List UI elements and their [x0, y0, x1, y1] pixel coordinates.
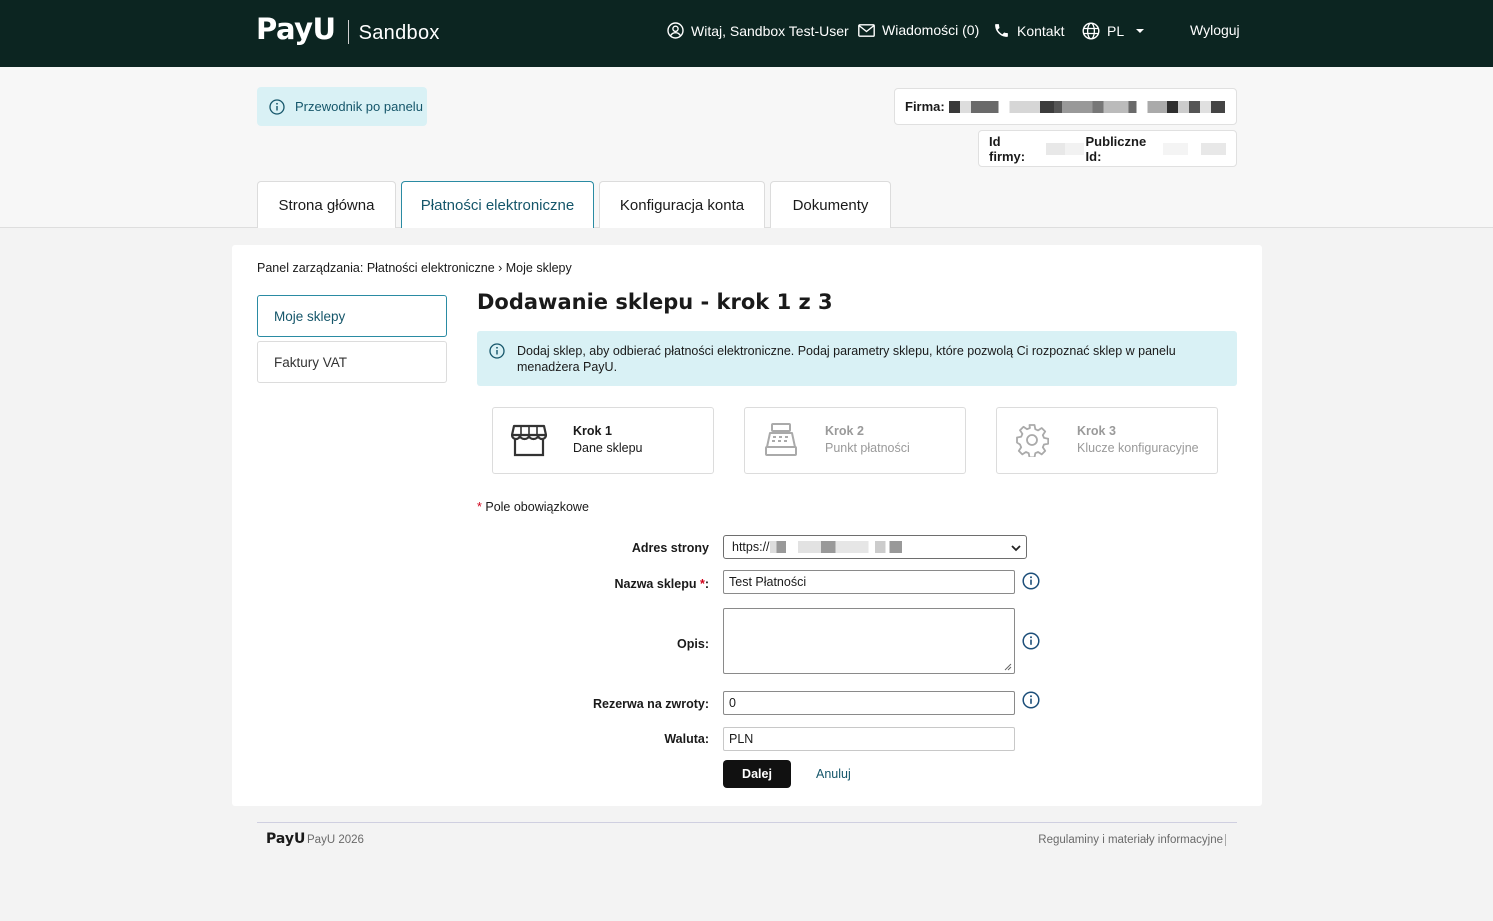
step-2-title: Krok 2 [825, 424, 864, 438]
info-icon [489, 343, 505, 359]
cancel-link[interactable]: Anuluj [816, 767, 851, 781]
logo-text: PayU [256, 12, 336, 46]
shop-name-input[interactable]: Test Płatności [723, 570, 1015, 594]
breadcrumb: Panel zarządzania: Płatności elektronicz… [257, 261, 572, 275]
step-3-card: Krok 3 Klucze konfiguracyjne [996, 407, 1218, 474]
required-asterisk: * [699, 577, 705, 591]
footer-divider [257, 822, 1237, 823]
main-tabs: Strona główna Płatności elektroniczne Ko… [257, 181, 891, 228]
logo-separator [347, 20, 349, 44]
address-label: Adres strony [631, 541, 709, 555]
storefront-icon [511, 424, 547, 457]
contact-link[interactable]: Kontakt [993, 22, 1064, 39]
breadcrumb-prefix: Panel zarządzania: [257, 261, 364, 275]
sidebar-item-vat-invoices[interactable]: Faktury VAT [257, 341, 447, 383]
logout-link[interactable]: Wyloguj [1190, 22, 1240, 38]
tab-documents[interactable]: Dokumenty [770, 181, 891, 228]
user-greeting-link[interactable]: Witaj, Sandbox Test-User [667, 22, 849, 39]
info-banner: Dodaj sklep, aby odbierać płatności elek… [477, 331, 1237, 386]
info-banner-text: Dodaj sklep, aby odbierać płatności elek… [517, 344, 1176, 374]
description-label: Opis: [677, 637, 709, 651]
language-selector[interactable]: PL [1082, 22, 1145, 40]
step-1-title: Krok 1 [573, 424, 612, 438]
redacted-company-name [948, 100, 1225, 113]
redacted-company-id [1045, 142, 1084, 155]
gear-icon [1016, 424, 1049, 457]
contact-label: Kontakt [1017, 22, 1065, 39]
tab-home[interactable]: Strona główna [257, 181, 396, 228]
company-name-box: Firma: [894, 88, 1237, 125]
company-name-label: Firma: [905, 99, 945, 114]
address-value: https:// [732, 540, 770, 554]
company-ids-box: Id firmy: Publiczne Id: [978, 130, 1237, 167]
top-navigation-bar: PayU Sandbox Witaj, Sandbox Test-User Wi… [0, 0, 1493, 67]
cash-register-icon [765, 423, 797, 456]
breadcrumb-path[interactable]: Płatności elektroniczne › Moje sklepy [367, 261, 572, 275]
address-select[interactable]: https:// [723, 535, 1027, 559]
redacted-public-id [1163, 142, 1227, 155]
step-2-card: Krok 2 Punkt płatności [744, 407, 966, 474]
tab-electronic-payments[interactable]: Płatności elektroniczne [401, 181, 594, 228]
phone-icon [995, 24, 1008, 37]
globe-icon [1082, 22, 1100, 40]
payu-sandbox-logo[interactable]: PayU Sandbox [256, 12, 440, 46]
step-2-subtitle: Punkt płatności [825, 441, 910, 455]
messages-label: Wiadomości (0) [882, 22, 980, 38]
tab-account-configuration[interactable]: Konfiguracja konta [599, 181, 765, 228]
currency-label: Waluta: [664, 732, 709, 746]
shop-name-label-text: Nazwa sklepu [614, 577, 697, 591]
step-3-subtitle: Klucze konfiguracyjne [1077, 441, 1199, 455]
logout-label: Wyloguj [1190, 22, 1240, 38]
info-icon[interactable] [1022, 691, 1040, 709]
chevron-down-icon [1011, 545, 1021, 552]
currency-value: PLN [729, 732, 754, 746]
required-note-text: Pole obowiązkowe [485, 500, 589, 514]
info-icon[interactable] [1022, 632, 1040, 650]
public-id-label: Publiczne Id: [1085, 133, 1147, 164]
shop-name-value: Test Płatności [729, 575, 807, 589]
envelope-icon [858, 23, 875, 37]
footer-copyright: PayU 2026 [307, 834, 364, 846]
refund-reserve-label: Rezerwa na zwroty: [592, 697, 709, 711]
content-card: Panel zarządzania: Płatności elektronicz… [232, 245, 1262, 806]
redacted-address-part [769, 541, 786, 553]
company-id-label: Id firmy: [989, 133, 1026, 164]
page-title: Dodawanie sklepu - krok 1 z 3 [477, 290, 833, 314]
step-1-subtitle: Dane sklepu [573, 441, 643, 455]
required-fields-note: * Pole obowiązkowe [477, 500, 589, 514]
resize-grip-icon[interactable] [1004, 663, 1012, 671]
user-greeting-label: Witaj, Sandbox Test-User [691, 22, 849, 39]
user-icon [667, 22, 684, 39]
footer-terms-link[interactable]: Regulaminy i materiały informacyjne [1038, 834, 1226, 846]
description-textarea[interactable] [723, 608, 1015, 674]
caret-down-icon [1136, 29, 1145, 33]
language-label: PL [1107, 23, 1125, 39]
sidebar-item-my-shops[interactable]: Moje sklepy [257, 295, 447, 337]
redacted-address-part [797, 541, 902, 553]
messages-link[interactable]: Wiadomości (0) [858, 22, 979, 38]
currency-field: PLN [723, 727, 1015, 751]
info-icon[interactable] [1022, 572, 1040, 590]
shop-name-label: Nazwa sklepu *: [614, 577, 709, 591]
panel-guide-button[interactable]: Przewodnik po panelu [257, 87, 427, 126]
info-icon [269, 98, 285, 115]
step-1-card: Krok 1 Dane sklepu [492, 407, 714, 474]
panel-guide-label: Przewodnik po panelu [295, 99, 423, 114]
footer-logo: PayU [266, 831, 306, 847]
next-button[interactable]: Dalej [723, 760, 791, 788]
logo-subtitle: Sandbox [358, 21, 440, 44]
refund-reserve-value: 0 [729, 696, 736, 710]
refund-reserve-input[interactable]: 0 [723, 691, 1015, 715]
account-header-area: Przewodnik po panelu Firma: Id firmy: Pu… [0, 67, 1493, 228]
required-asterisk: * [477, 500, 482, 514]
step-3-title: Krok 3 [1077, 424, 1116, 438]
